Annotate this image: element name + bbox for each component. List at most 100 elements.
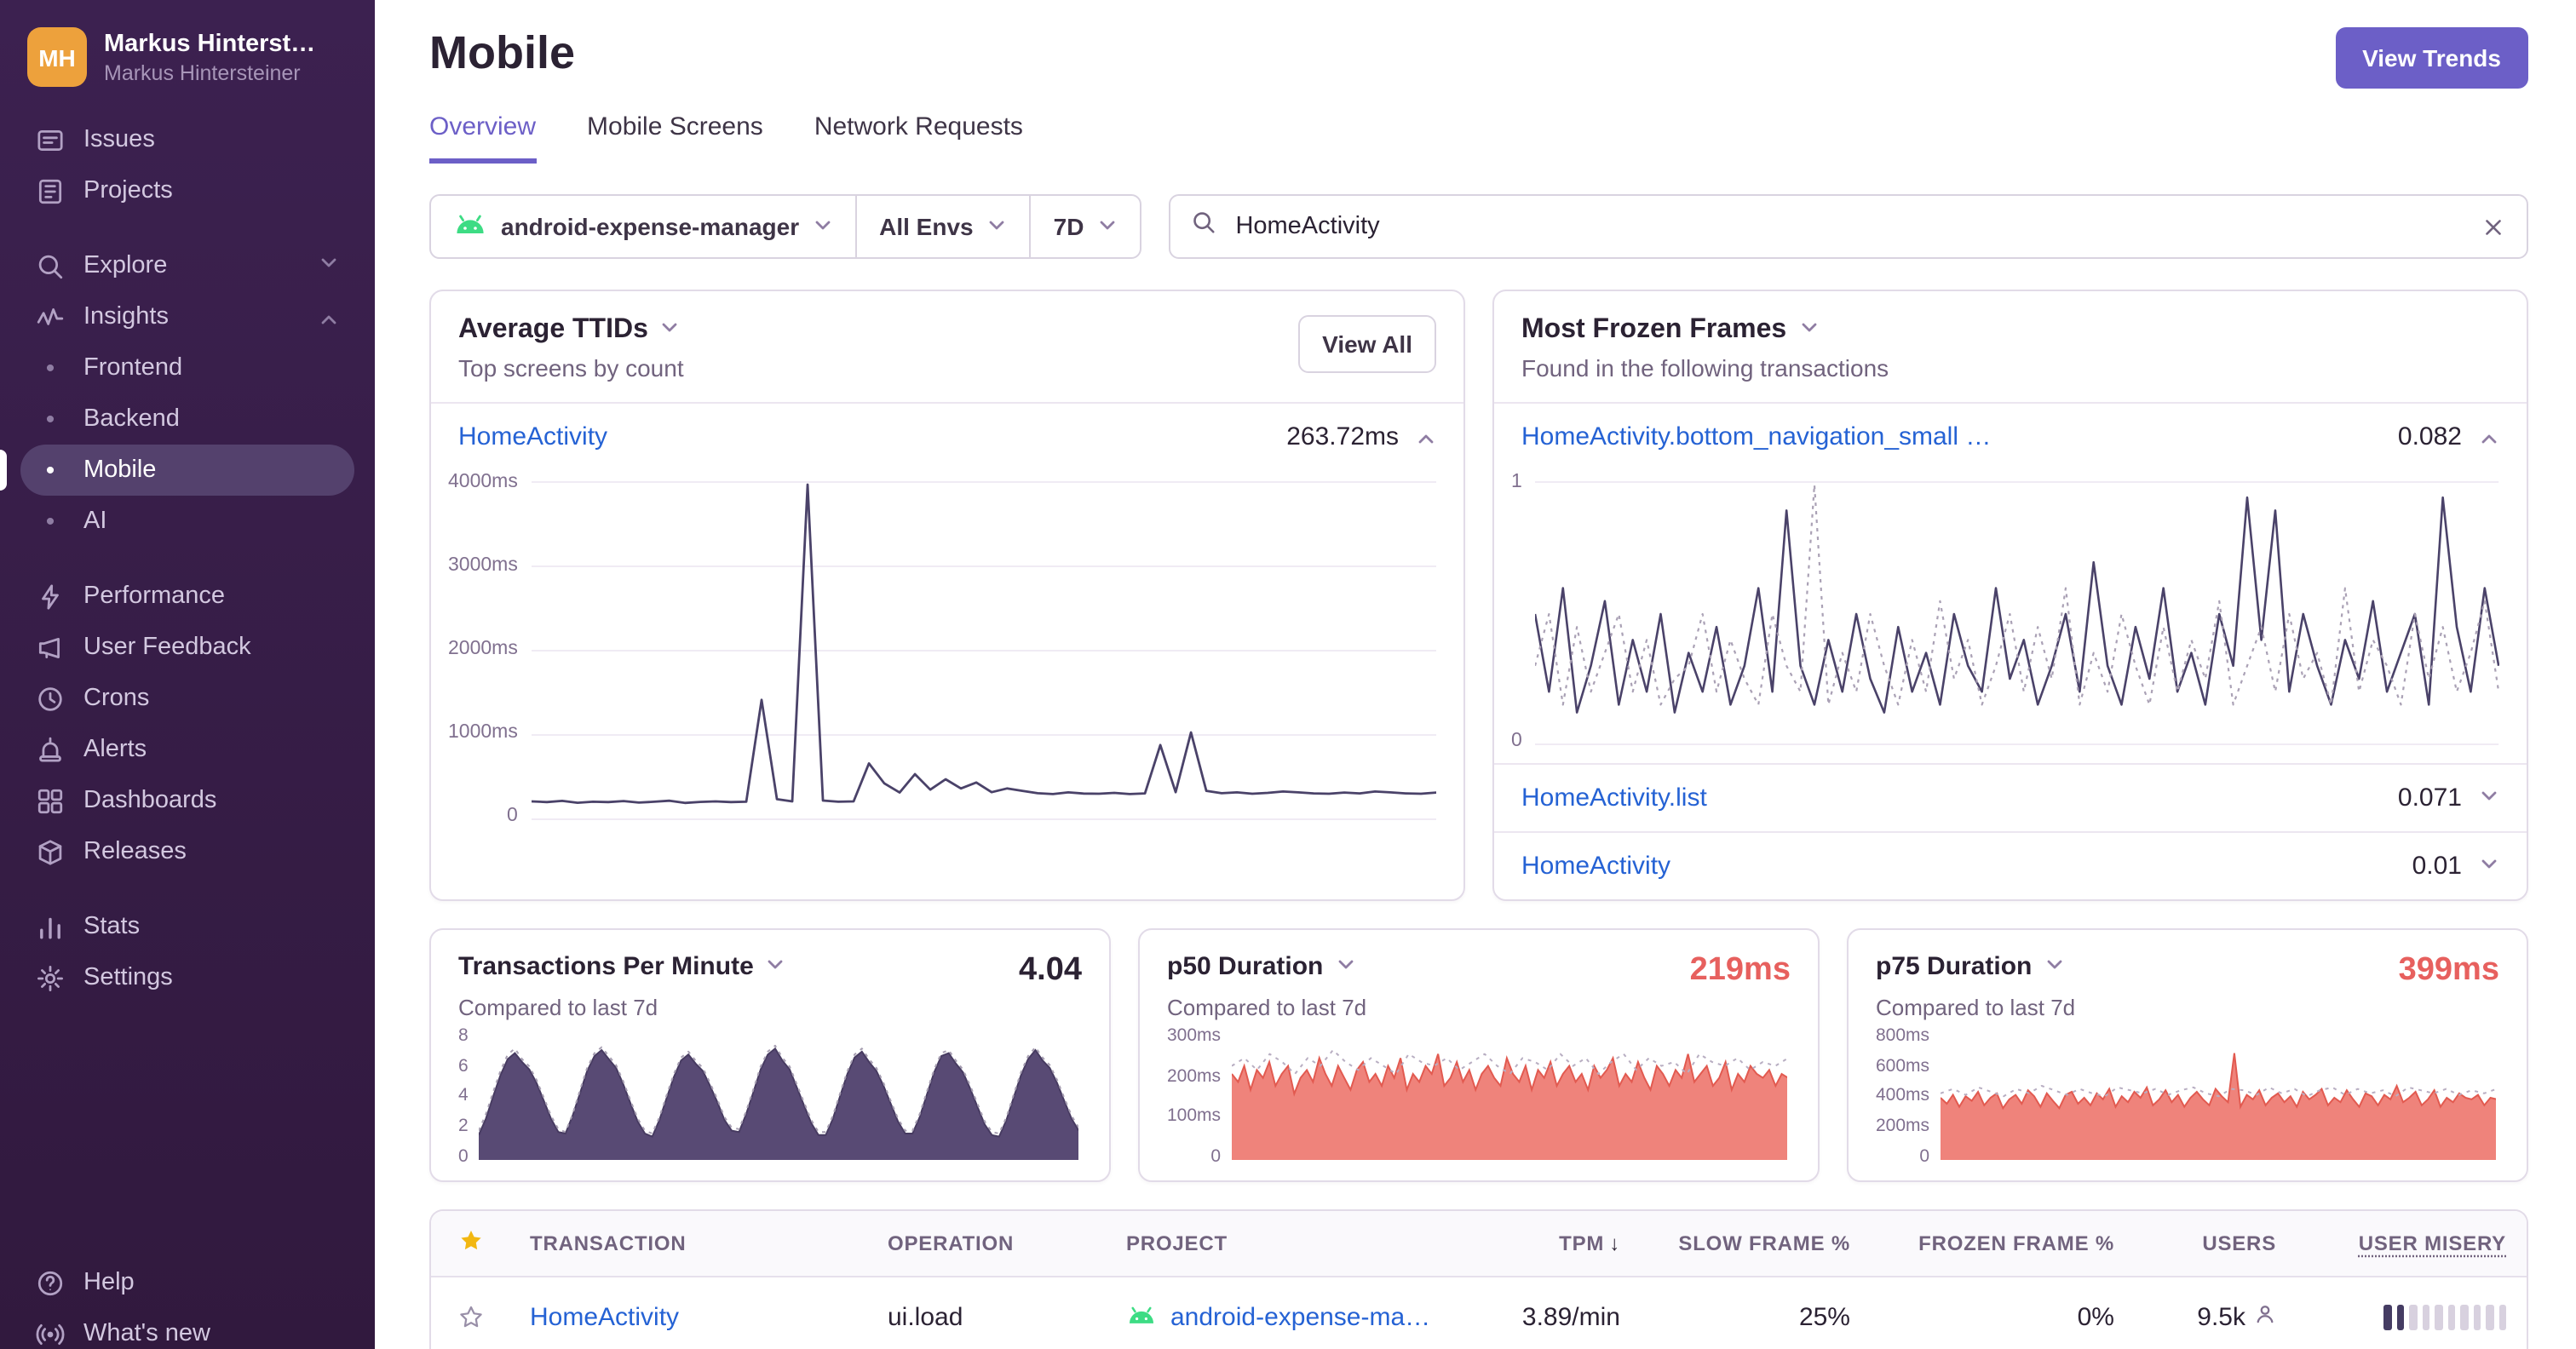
chevron-down-icon — [987, 213, 1008, 240]
transaction-link[interactable]: HomeActivity — [458, 422, 607, 451]
search-bar — [1169, 194, 2528, 259]
sidebar-item-projects[interactable]: Projects — [20, 165, 354, 216]
sidebar-item-help[interactable]: Help — [20, 1257, 354, 1308]
sidebar-item-explore[interactable]: Explore — [20, 240, 354, 291]
view-trends-button[interactable]: View Trends — [2335, 27, 2528, 89]
sidebar-item-label: Releases — [83, 838, 187, 865]
tpm-cell: 3.89/min — [1521, 1303, 1620, 1332]
column-header-transaction[interactable]: TRANSACTION — [509, 1214, 867, 1272]
sidebar-item-label: Insights — [83, 303, 169, 330]
sidebar-item-insights[interactable]: Insights — [20, 291, 354, 342]
chevron-down-icon[interactable] — [2479, 784, 2499, 812]
performance-icon — [36, 582, 65, 611]
insights-icon — [36, 302, 65, 331]
project-link[interactable]: android-expense-manager — [1170, 1303, 1433, 1332]
sidebar-item-crons[interactable]: Crons — [20, 673, 354, 724]
column-header-user-misery[interactable]: USER MISERY — [2297, 1214, 2527, 1272]
chevron-down-icon[interactable] — [2479, 852, 2499, 881]
chevron-down-icon[interactable] — [660, 315, 681, 346]
chevron-down-icon[interactable] — [766, 952, 786, 981]
favorite-star-icon[interactable] — [457, 1305, 483, 1330]
tpm-y-axis: 86420 — [458, 1025, 469, 1166]
sidebar-item-settings[interactable]: Settings — [20, 952, 354, 1003]
ttid-transaction-row[interactable]: HomeActivity 263.72ms — [431, 402, 1463, 470]
card-title: Average TTIDs — [458, 315, 648, 344]
transaction-link[interactable]: HomeActivity.list — [1521, 784, 1707, 812]
sidebar-item-issues[interactable]: Issues — [20, 114, 354, 165]
view-all-button[interactable]: View All — [1298, 315, 1436, 373]
search-input[interactable] — [1232, 211, 2465, 242]
user-menu[interactable]: MH Markus Hinterst… Markus Hintersteiner — [20, 24, 354, 114]
tab-overview[interactable]: Overview — [429, 112, 537, 164]
chevron-down-icon[interactable] — [1335, 952, 1355, 981]
sidebar-item-mobile[interactable]: • Mobile — [0, 445, 354, 496]
column-header-operation[interactable]: OPERATION — [867, 1214, 1106, 1272]
chevron-down-icon[interactable] — [1798, 315, 1819, 346]
tab-mobile-screens[interactable]: Mobile Screens — [587, 112, 763, 164]
frozen-row-expanded[interactable]: HomeActivity.bottom_navigation_small … 0… — [1494, 402, 2527, 470]
whats-new-icon — [36, 1319, 65, 1348]
column-header-project[interactable]: PROJECT — [1106, 1214, 1453, 1272]
frozen-value: 0.01 — [2412, 852, 2462, 881]
user-name: Markus Hinterst… — [104, 30, 316, 57]
bullet-icon: • — [45, 405, 55, 433]
transaction-link[interactable]: HomeActivity — [530, 1303, 679, 1332]
transaction-link[interactable]: HomeActivity — [1521, 852, 1670, 881]
sidebar-item-label: Dashboards — [83, 787, 217, 814]
project-selector[interactable]: android-expense-manager — [431, 196, 858, 257]
sidebar-nav: Issues Projects Explore Insights • Front… — [0, 114, 354, 1003]
frozen-value: 0.082 — [2397, 422, 2462, 451]
sidebar-item-label: AI — [83, 508, 107, 535]
sidebar-item-label: Mobile — [83, 456, 157, 484]
sidebar-item-releases[interactable]: Releases — [20, 826, 354, 877]
issues-icon — [36, 125, 65, 154]
user-feedback-icon — [36, 633, 65, 662]
sidebar-item-whats-new[interactable]: What's new — [20, 1308, 354, 1349]
sidebar-item-dashboards[interactable]: Dashboards — [20, 775, 354, 826]
app-window: MH Markus Hinterst… Markus Hintersteiner… — [0, 0, 2576, 1349]
column-header-frozen-frame[interactable]: FROZEN FRAME % — [1871, 1214, 2135, 1272]
column-header-slow-frame[interactable]: SLOW FRAME % — [1641, 1214, 1871, 1272]
explore-icon — [36, 251, 65, 280]
frozen-row-collapsed[interactable]: HomeActivity 0.01 — [1494, 831, 2527, 899]
frozen-frame-cell: 0% — [2077, 1303, 2114, 1332]
user-misery-bars — [2297, 1279, 2527, 1349]
most-frozen-frames-card: Most Frozen Frames Found in the followin… — [1492, 290, 2528, 901]
average-ttids-card: Average TTIDs Top screens by count View … — [429, 290, 1465, 901]
sidebar-item-ai[interactable]: • AI — [20, 496, 354, 547]
p75-value: 399ms — [2398, 952, 2499, 988]
sidebar-item-frontend[interactable]: • Frontend — [20, 342, 354, 393]
chevron-down-icon[interactable] — [2044, 952, 2064, 981]
date-range-selector[interactable]: 7D — [1032, 196, 1141, 257]
p75-y-axis: 800ms 600ms 400ms 200ms 0 — [1876, 1025, 1930, 1166]
environment-selector[interactable]: All Envs — [857, 196, 1032, 257]
sidebar-item-alerts[interactable]: Alerts — [20, 724, 354, 775]
sidebar-item-user-feedback[interactable]: User Feedback — [20, 622, 354, 673]
avatar: MH — [27, 27, 87, 87]
ttid-value: 263.72ms — [1286, 422, 1399, 451]
releases-icon — [36, 837, 65, 866]
chevron-up-icon[interactable] — [1416, 422, 1436, 451]
sort-desc-icon: ↓ — [1609, 1231, 1620, 1255]
p50-value: 219ms — [1689, 952, 1791, 988]
favorites-column-header[interactable] — [431, 1211, 509, 1276]
card-title: p50 Duration — [1167, 952, 1324, 981]
android-icon — [1126, 1303, 1157, 1332]
frozen-frames-chart — [1535, 480, 2499, 746]
card-subtitle: Compared to last 7d — [1876, 995, 2076, 1020]
p75-duration-card: p75 Duration 399ms Compared to last 7d 8… — [1847, 928, 2528, 1182]
card-subtitle: Top screens by count — [458, 354, 684, 382]
sidebar-item-stats[interactable]: Stats — [20, 901, 354, 952]
column-header-users[interactable]: USERS — [2135, 1214, 2297, 1272]
chevron-down-icon — [319, 252, 339, 279]
frozen-row-collapsed[interactable]: HomeActivity.list 0.071 — [1494, 763, 2527, 831]
chevron-up-icon[interactable] — [2479, 422, 2499, 451]
ttid-y-axis: 4000ms 3000ms 2000ms 1000ms 0 — [448, 472, 518, 825]
p50-y-axis: 300ms 200ms 100ms 0 — [1167, 1025, 1222, 1166]
clear-search-icon[interactable] — [2481, 214, 2506, 239]
sidebar-item-performance[interactable]: Performance — [20, 571, 354, 622]
tab-network-requests[interactable]: Network Requests — [814, 112, 1023, 164]
column-header-tpm[interactable]: TPM ↓ — [1453, 1214, 1641, 1272]
sidebar-item-backend[interactable]: • Backend — [20, 393, 354, 445]
transaction-link[interactable]: HomeActivity.bottom_navigation_small … — [1521, 422, 1991, 451]
